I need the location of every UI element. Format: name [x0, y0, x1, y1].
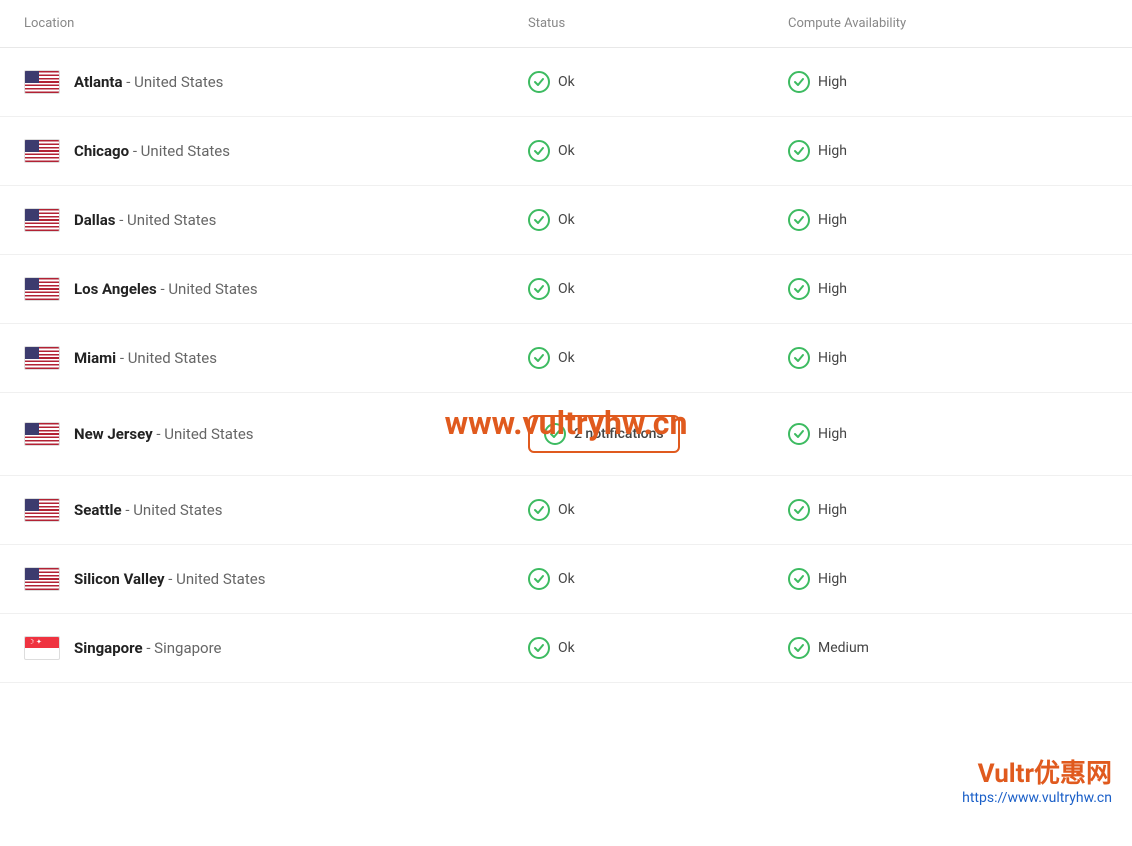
check-icon [528, 71, 550, 93]
location-name-chicago: Chicago - United States [74, 142, 230, 160]
status-cell-miami: Ok [528, 347, 788, 369]
location-name-dallas: Dallas - United States [74, 211, 216, 229]
status-cell-los-angeles: Ok [528, 278, 788, 300]
table-row[interactable]: Seattle - United States Ok High [0, 476, 1132, 545]
availability-icon [788, 347, 810, 369]
status-label-dallas: Ok [558, 212, 575, 228]
availability-label-silicon-valley: High [818, 571, 847, 587]
status-label-seattle: Ok [558, 502, 575, 518]
availability-label-miami: High [818, 350, 847, 366]
table-row[interactable]: New Jersey - United States 2 notification… [0, 393, 1132, 476]
flag-us [24, 422, 60, 446]
availability-cell-atlanta: High [788, 71, 1108, 93]
location-cell-seattle: Seattle - United States [24, 498, 528, 522]
location-cell-chicago: Chicago - United States [24, 139, 528, 163]
check-icon [528, 278, 550, 300]
col-availability-header: Compute Availability [788, 16, 1108, 31]
status-cell-atlanta: Ok [528, 71, 788, 93]
check-icon [528, 499, 550, 521]
check-icon [528, 568, 550, 590]
table-row[interactable]: Silicon Valley - United States Ok High [0, 545, 1132, 614]
col-status-header: Status [528, 16, 788, 31]
location-cell-miami: Miami - United States [24, 346, 528, 370]
availability-label-singapore: Medium [818, 640, 869, 656]
availability-cell-dallas: High [788, 209, 1108, 231]
availability-label-los-angeles: High [818, 281, 847, 297]
availability-cell-singapore: Medium [788, 637, 1108, 659]
status-cell-new-jersey[interactable]: 2 notifications [528, 415, 788, 453]
flag-us [24, 208, 60, 232]
availability-cell-los-angeles: High [788, 278, 1108, 300]
availability-icon [788, 209, 810, 231]
flag-sg [24, 636, 60, 660]
table-body: Atlanta - United StatesOkHighChicago - U… [0, 48, 1132, 683]
location-name-miami: Miami - United States [74, 349, 217, 367]
notification-label: 2 notifications [574, 426, 664, 442]
notification-badge[interactable]: 2 notifications [528, 415, 680, 453]
flag-us [24, 139, 60, 163]
flag-us [24, 498, 60, 522]
availability-cell-chicago: High [788, 140, 1108, 162]
check-icon [528, 347, 550, 369]
location-name-seattle: Seattle - United States [74, 501, 222, 519]
availability-icon [788, 71, 810, 93]
check-icon [528, 637, 550, 659]
table-row[interactable]: Singapore - Singapore Ok Medium [0, 614, 1132, 683]
availability-cell-new-jersey: High [788, 423, 1108, 445]
location-name-silicon-valley: Silicon Valley - United States [74, 570, 265, 588]
availability-label-seattle: High [818, 502, 847, 518]
availability-cell-seattle: High [788, 499, 1108, 521]
status-cell-chicago: Ok [528, 140, 788, 162]
availability-icon [788, 568, 810, 590]
status-cell-seattle: Ok [528, 499, 788, 521]
status-cell-silicon-valley: Ok [528, 568, 788, 590]
availability-cell-silicon-valley: High [788, 568, 1108, 590]
location-name-singapore: Singapore - Singapore [74, 639, 221, 657]
availability-label-new-jersey: High [818, 426, 847, 442]
status-label-atlanta: Ok [558, 74, 575, 90]
location-name-new-jersey: New Jersey - United States [74, 425, 254, 443]
table-row[interactable]: Los Angeles - United States Ok High [0, 255, 1132, 324]
status-label-los-angeles: Ok [558, 281, 575, 297]
flag-us [24, 70, 60, 94]
location-name-atlanta: Atlanta - United States [74, 73, 223, 91]
availability-label-dallas: High [818, 212, 847, 228]
availability-icon [788, 140, 810, 162]
availability-cell-miami: High [788, 347, 1108, 369]
location-cell-los-angeles: Los Angeles - United States [24, 277, 528, 301]
table-row[interactable]: Chicago - United States Ok High [0, 117, 1132, 186]
status-cell-singapore: Ok [528, 637, 788, 659]
availability-icon [788, 278, 810, 300]
availability-icon [788, 499, 810, 521]
flag-us [24, 567, 60, 591]
table-row[interactable]: Miami - United States Ok High [0, 324, 1132, 393]
location-name-los-angeles: Los Angeles - United States [74, 280, 258, 298]
status-label-miami: Ok [558, 350, 575, 366]
flag-us [24, 277, 60, 301]
table-header: Location Status Compute Availability [0, 0, 1132, 48]
availability-icon [788, 637, 810, 659]
check-icon [528, 209, 550, 231]
availability-icon [788, 423, 810, 445]
location-cell-atlanta: Atlanta - United States [24, 70, 528, 94]
status-label-chicago: Ok [558, 143, 575, 159]
status-table: Location Status Compute Availability Atl… [0, 0, 1132, 846]
flag-us [24, 346, 60, 370]
status-cell-dallas: Ok [528, 209, 788, 231]
location-cell-new-jersey: New Jersey - United States [24, 422, 528, 446]
table-row[interactable]: Atlanta - United States Ok High [0, 48, 1132, 117]
availability-label-chicago: High [818, 143, 847, 159]
col-location-header: Location [24, 16, 528, 31]
check-icon [528, 140, 550, 162]
location-cell-dallas: Dallas - United States [24, 208, 528, 232]
table-row[interactable]: Dallas - United States Ok High [0, 186, 1132, 255]
check-icon [544, 423, 566, 445]
location-cell-silicon-valley: Silicon Valley - United States [24, 567, 528, 591]
availability-label-atlanta: High [818, 74, 847, 90]
status-label-singapore: Ok [558, 640, 575, 656]
status-label-silicon-valley: Ok [558, 571, 575, 587]
location-cell-singapore: Singapore - Singapore [24, 636, 528, 660]
